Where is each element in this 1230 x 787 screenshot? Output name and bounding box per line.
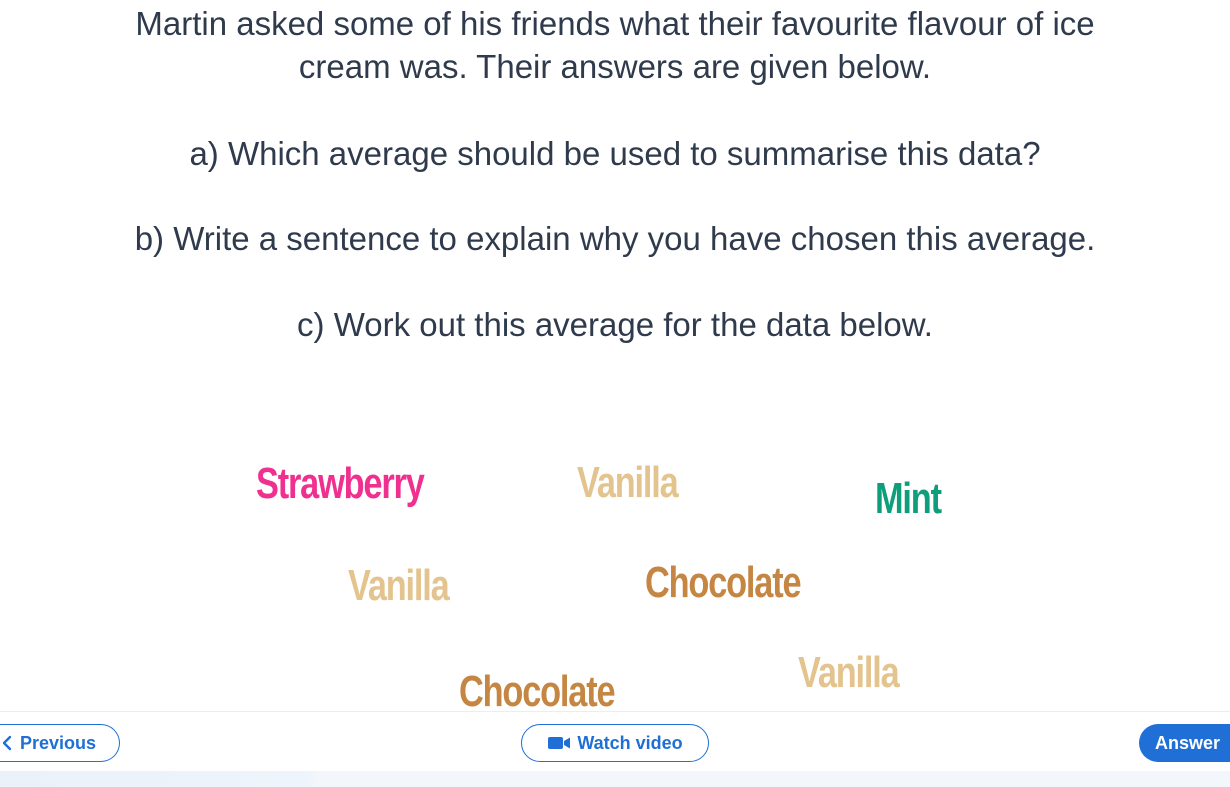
- flavour-word-strawberry: Strawberry: [256, 459, 425, 508]
- question-part-a: a) Which average should be used to summa…: [189, 135, 1041, 172]
- answer-button-label: Answer: [1155, 733, 1221, 753]
- flavour-word-chocolate: Chocolate: [459, 667, 616, 716]
- flavour-word-chocolate: Chocolate: [645, 558, 802, 607]
- worksheet-page: Martin asked some of his friends what th…: [0, 0, 1230, 787]
- previous-button[interactable]: Previous: [0, 724, 120, 762]
- chevron-left-icon: [0, 735, 14, 751]
- watch-video-button[interactable]: Watch video: [521, 724, 709, 762]
- flavour-word-mint: Mint: [875, 474, 942, 523]
- flavour-word-vanilla: Vanilla: [577, 458, 679, 507]
- flavour-word-vanilla: Vanilla: [348, 561, 450, 610]
- answer-button[interactable]: Answer: [1139, 724, 1230, 762]
- watch-video-label: Watch video: [577, 733, 683, 753]
- flavour-word-vanilla: Vanilla: [798, 648, 900, 697]
- bottom-band: [0, 771, 1230, 787]
- bottom-toolbar: Previous Watch video Answer: [0, 711, 1230, 772]
- previous-button-label: Previous: [20, 733, 97, 753]
- question-line-1: Martin asked some of his friends what th…: [135, 5, 1095, 42]
- question-part-c: c) Work out this average for the data be…: [297, 306, 933, 343]
- question-line-2: cream was. Their answers are given below…: [298, 48, 932, 85]
- question-part-b: b) Write a sentence to explain why you h…: [134, 220, 1096, 257]
- video-camera-icon: [547, 736, 571, 750]
